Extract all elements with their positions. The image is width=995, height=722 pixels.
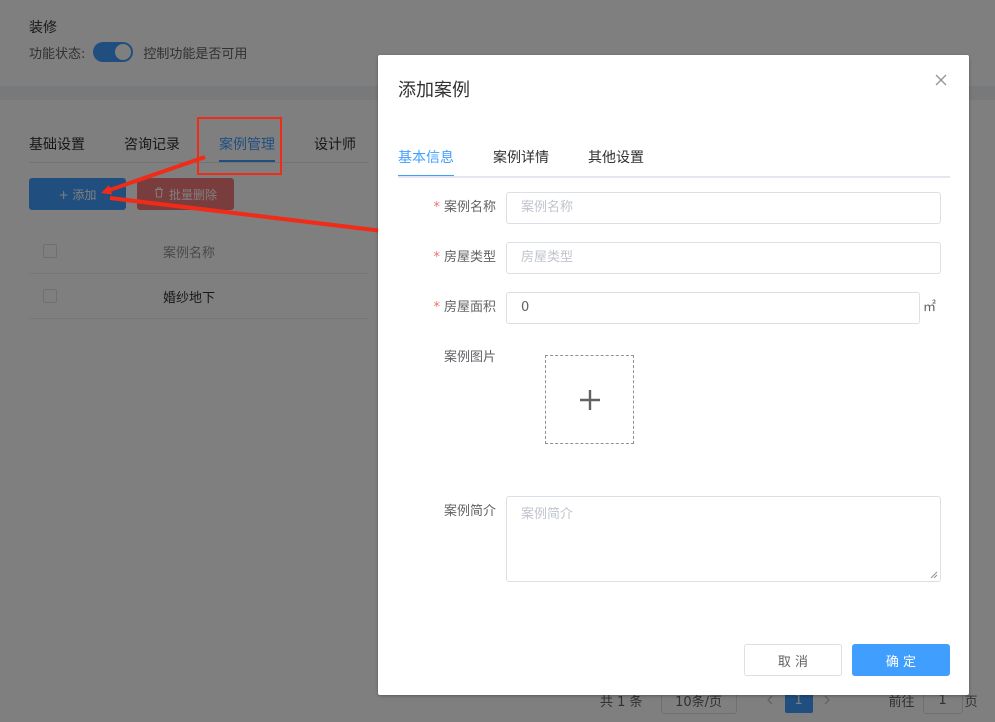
house-type-input[interactable]: 房屋类型 [506,242,941,274]
tab-other-settings[interactable]: 其他设置 [588,143,644,177]
case-intro-placeholder: 案例简介 [521,507,574,522]
required-mark: * [433,250,440,265]
case-intro-textarea[interactable]: 案例简介 [506,496,941,582]
required-mark: * [433,200,440,215]
case-image-label: 案例图片 [443,350,496,365]
house-type-label-text: 房屋类型 [443,250,496,265]
cancel-button[interactable]: 取 消 [744,644,842,676]
close-icon[interactable] [933,73,949,89]
area-unit: ㎡ [923,300,937,315]
image-upload-box[interactable] [545,355,634,444]
plus-icon [579,389,600,410]
tab-basic-info[interactable]: 基本信息 [398,143,454,177]
add-case-dialog: 添加案例 基本信息 案例详情 其他设置 * 案例名称 案例名称 * 房屋类型 房屋类… [378,55,969,695]
resize-grip-icon[interactable] [930,571,938,579]
tab-case-details[interactable]: 案例详情 [493,143,549,177]
house-area-label: * 房屋面积 [378,292,496,324]
case-name-input[interactable]: 案例名称 [506,192,941,224]
dialog-title: 添加案例 [398,80,470,101]
dialog-tabs: 基本信息 案例详情 其他设置 [398,143,683,177]
house-area-label-text: 房屋面积 [443,300,496,315]
house-type-label: * 房屋类型 [378,242,496,274]
case-name-label: * 案例名称 [378,192,496,224]
dialog-tabs-underline [398,176,950,178]
house-area-input[interactable]: 0 [506,292,920,324]
case-intro-label: 案例简介 [443,504,496,519]
required-mark: * [433,300,440,315]
annotation-arrow-to-add [101,155,206,195]
confirm-button[interactable]: 确 定 [852,644,950,676]
case-name-label-text: 案例名称 [443,200,496,215]
